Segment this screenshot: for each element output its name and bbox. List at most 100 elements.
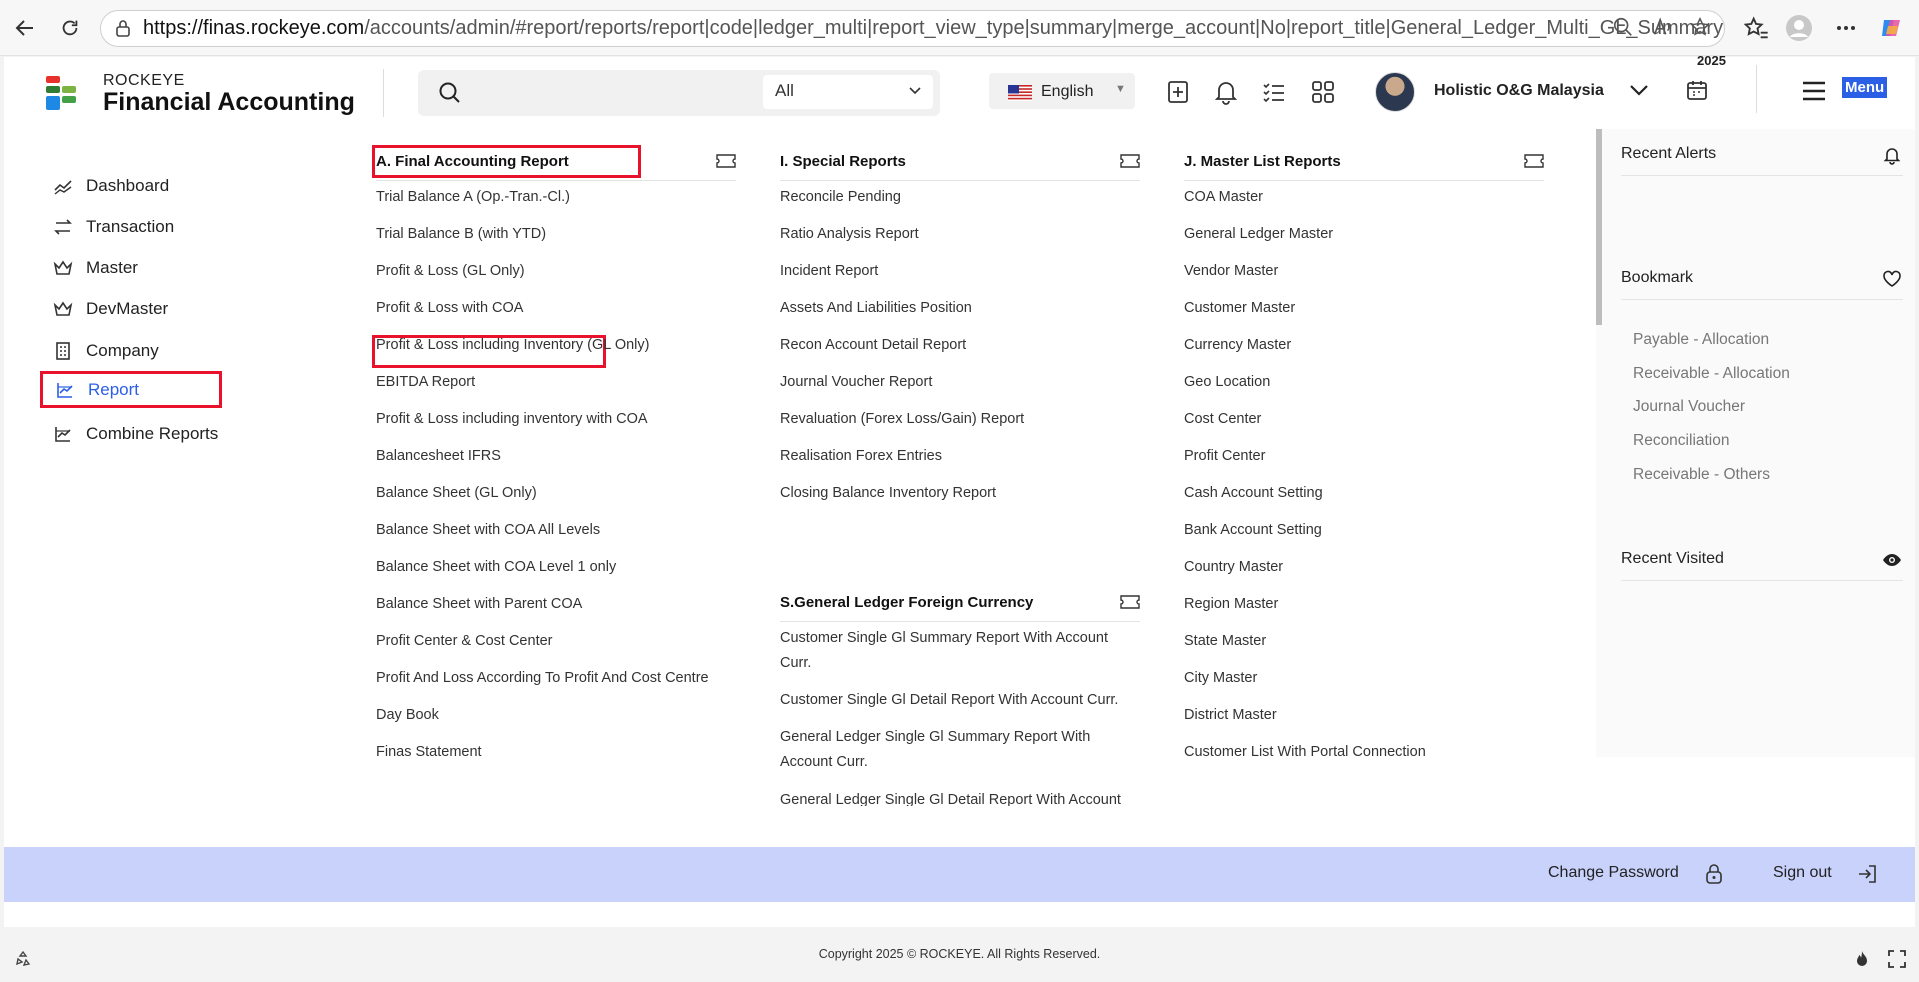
report-item[interactable]: COA Master (1184, 185, 1539, 210)
favorite-star-icon[interactable] (1689, 16, 1711, 38)
report-group-header: J. Master List Reports (1184, 141, 1544, 181)
report-item[interactable]: Profit & Loss including inventory with C… (376, 407, 731, 432)
report-group-title[interactable]: J. Master List Reports (1184, 153, 1341, 170)
sidebar-item-transaction[interactable]: Transaction (41, 208, 221, 245)
bookmark-item[interactable]: Payable - Allocation (1633, 331, 1769, 349)
report-item[interactable]: General Ledger Single Gl Detail Report W… (780, 788, 1140, 806)
company-name[interactable]: Holistic O&G Malaysia (1434, 82, 1604, 100)
report-item[interactable]: Profit & Loss with COA (376, 296, 731, 321)
bookmark-item[interactable]: Receivable - Allocation (1633, 365, 1790, 383)
report-item[interactable]: Profit Center (1184, 444, 1539, 469)
report-item[interactable]: Balancesheet IFRS (376, 444, 731, 469)
bell-icon[interactable] (1213, 79, 1239, 105)
sidebar-item-dashboard[interactable]: Dashboard (41, 167, 221, 204)
sign-out-icon[interactable] (1856, 862, 1880, 886)
report-item[interactable]: Trial Balance A (Op.-Tran.-Cl.) (376, 185, 731, 210)
search-scope-select[interactable]: All (763, 75, 933, 109)
eye-icon[interactable] (1882, 550, 1902, 570)
report-item[interactable]: Assets And Liabilities Position (780, 296, 1135, 321)
sidebar-item-combine-reports[interactable]: Combine Reports (41, 415, 221, 452)
task-list-icon[interactable] (1261, 79, 1287, 105)
fullscreen-icon[interactable] (1888, 950, 1906, 968)
ticket-icon[interactable] (1120, 595, 1140, 609)
profile-icon[interactable] (1785, 14, 1813, 42)
menu-label[interactable]: Menu (1842, 77, 1888, 98)
report-item[interactable]: Realisation Forex Entries (780, 444, 1135, 469)
refresh-icon[interactable] (55, 13, 85, 43)
report-item[interactable]: Incident Report (780, 259, 1135, 284)
chevron-down-icon[interactable] (1626, 77, 1652, 103)
report-item[interactable]: Currency Master (1184, 333, 1539, 358)
report-item[interactable]: Customer Master (1184, 296, 1539, 321)
favorites-icon[interactable] (1742, 14, 1770, 42)
report-item[interactable]: Bank Account Setting (1184, 518, 1539, 543)
report-item[interactable]: General Ledger Single Gl Summary Report … (780, 725, 1125, 775)
copilot-icon[interactable] (1878, 14, 1906, 42)
report-item[interactable]: Profit & Loss (GL Only) (376, 259, 731, 284)
report-item[interactable]: City Master (1184, 666, 1539, 691)
sidebar-item-devmaster[interactable]: DevMaster (41, 290, 221, 327)
flame-icon[interactable] (1853, 950, 1871, 968)
report-item[interactable]: Balance Sheet with COA Level 1 only (376, 555, 731, 580)
report-item[interactable]: Country Master (1184, 555, 1539, 580)
lock-icon[interactable] (115, 19, 131, 37)
report-item[interactable]: Recon Account Detail Report (780, 333, 1135, 358)
sidebar-item-company[interactable]: Company (41, 332, 221, 369)
report-item[interactable]: Profit And Loss According To Profit And … (376, 666, 731, 691)
report-item[interactable]: Geo Location (1184, 370, 1539, 395)
report-item[interactable]: Reconcile Pending (780, 185, 1135, 210)
report-item[interactable]: Balance Sheet with Parent COA (376, 592, 731, 617)
report-item[interactable]: Journal Voucher Report (780, 370, 1135, 395)
back-arrow-icon[interactable] (10, 13, 40, 43)
report-item[interactable]: Profit Center & Cost Center (376, 629, 731, 654)
bookmark-item[interactable]: Journal Voucher (1633, 398, 1745, 416)
apps-grid-icon[interactable] (1310, 79, 1336, 105)
calendar-icon[interactable] (1685, 78, 1709, 102)
sidebar-item-report[interactable]: Report (40, 371, 222, 408)
sidebar-item-master[interactable]: Master (41, 249, 221, 286)
hamburger-menu-icon[interactable] (1801, 80, 1827, 102)
bookmark-item[interactable]: Reconciliation (1633, 432, 1730, 450)
report-item[interactable]: State Master (1184, 629, 1539, 654)
report-group-title[interactable]: S.General Ledger Foreign Currency (780, 594, 1033, 611)
bookmark-add-icon[interactable] (1165, 79, 1191, 105)
report-item[interactable]: Customer List With Portal Connection (1184, 740, 1539, 765)
scrollbar-thumb[interactable] (1596, 129, 1602, 325)
report-item[interactable]: General Ledger Master (1184, 222, 1539, 247)
zoom-out-icon[interactable] (1612, 16, 1634, 38)
read-aloud-icon[interactable] (1651, 16, 1673, 38)
ticket-icon[interactable] (1524, 154, 1544, 168)
sign-out-link[interactable]: Sign out (1773, 864, 1832, 882)
report-item[interactable]: Trial Balance B (with YTD) (376, 222, 731, 247)
bookmark-item[interactable]: Receivable - Others (1633, 466, 1770, 484)
language-select[interactable]: English ▼ (989, 73, 1135, 109)
report-item[interactable]: EBITDA Report (376, 370, 731, 395)
report-group-title[interactable]: I. Special Reports (780, 153, 906, 170)
report-item[interactable]: Revaluation (Forex Loss/Gain) Report (780, 407, 1135, 432)
report-item[interactable]: Customer Single Gl Summary Report With A… (780, 626, 1125, 676)
user-avatar[interactable] (1375, 72, 1415, 112)
report-item[interactable]: Finas Statement (376, 740, 731, 765)
report-item[interactable]: Ratio Analysis Report (780, 222, 1135, 247)
lock-icon[interactable] (1702, 862, 1726, 886)
report-item[interactable]: Customer Single Gl Detail Report With Ac… (780, 688, 1135, 713)
report-item[interactable]: Balance Sheet with COA All Levels (376, 518, 731, 543)
report-item[interactable]: Cost Center (1184, 407, 1539, 432)
change-password-link[interactable]: Change Password (1548, 864, 1679, 882)
report-item[interactable]: Day Book (376, 703, 731, 728)
report-item[interactable]: Cash Account Setting (1184, 481, 1539, 506)
search-input[interactable] (474, 78, 774, 108)
report-item[interactable]: Profit & Loss including Inventory (GL On… (376, 333, 731, 358)
ticket-icon[interactable] (716, 154, 736, 168)
report-item[interactable]: Closing Balance Inventory Report (780, 481, 1135, 506)
report-item[interactable]: Vendor Master (1184, 259, 1539, 284)
report-item[interactable]: Balance Sheet (GL Only) (376, 481, 731, 506)
heart-icon[interactable] (1882, 269, 1902, 289)
report-item[interactable]: District Master (1184, 703, 1539, 728)
address-bar[interactable]: https://finas.rockeye.com/accounts/admin… (100, 10, 1725, 47)
bell-icon[interactable] (1882, 145, 1902, 165)
search-icon[interactable] (438, 81, 462, 105)
more-options-icon[interactable] (1832, 14, 1860, 42)
ticket-icon[interactable] (1120, 154, 1140, 168)
report-item[interactable]: Region Master (1184, 592, 1539, 617)
